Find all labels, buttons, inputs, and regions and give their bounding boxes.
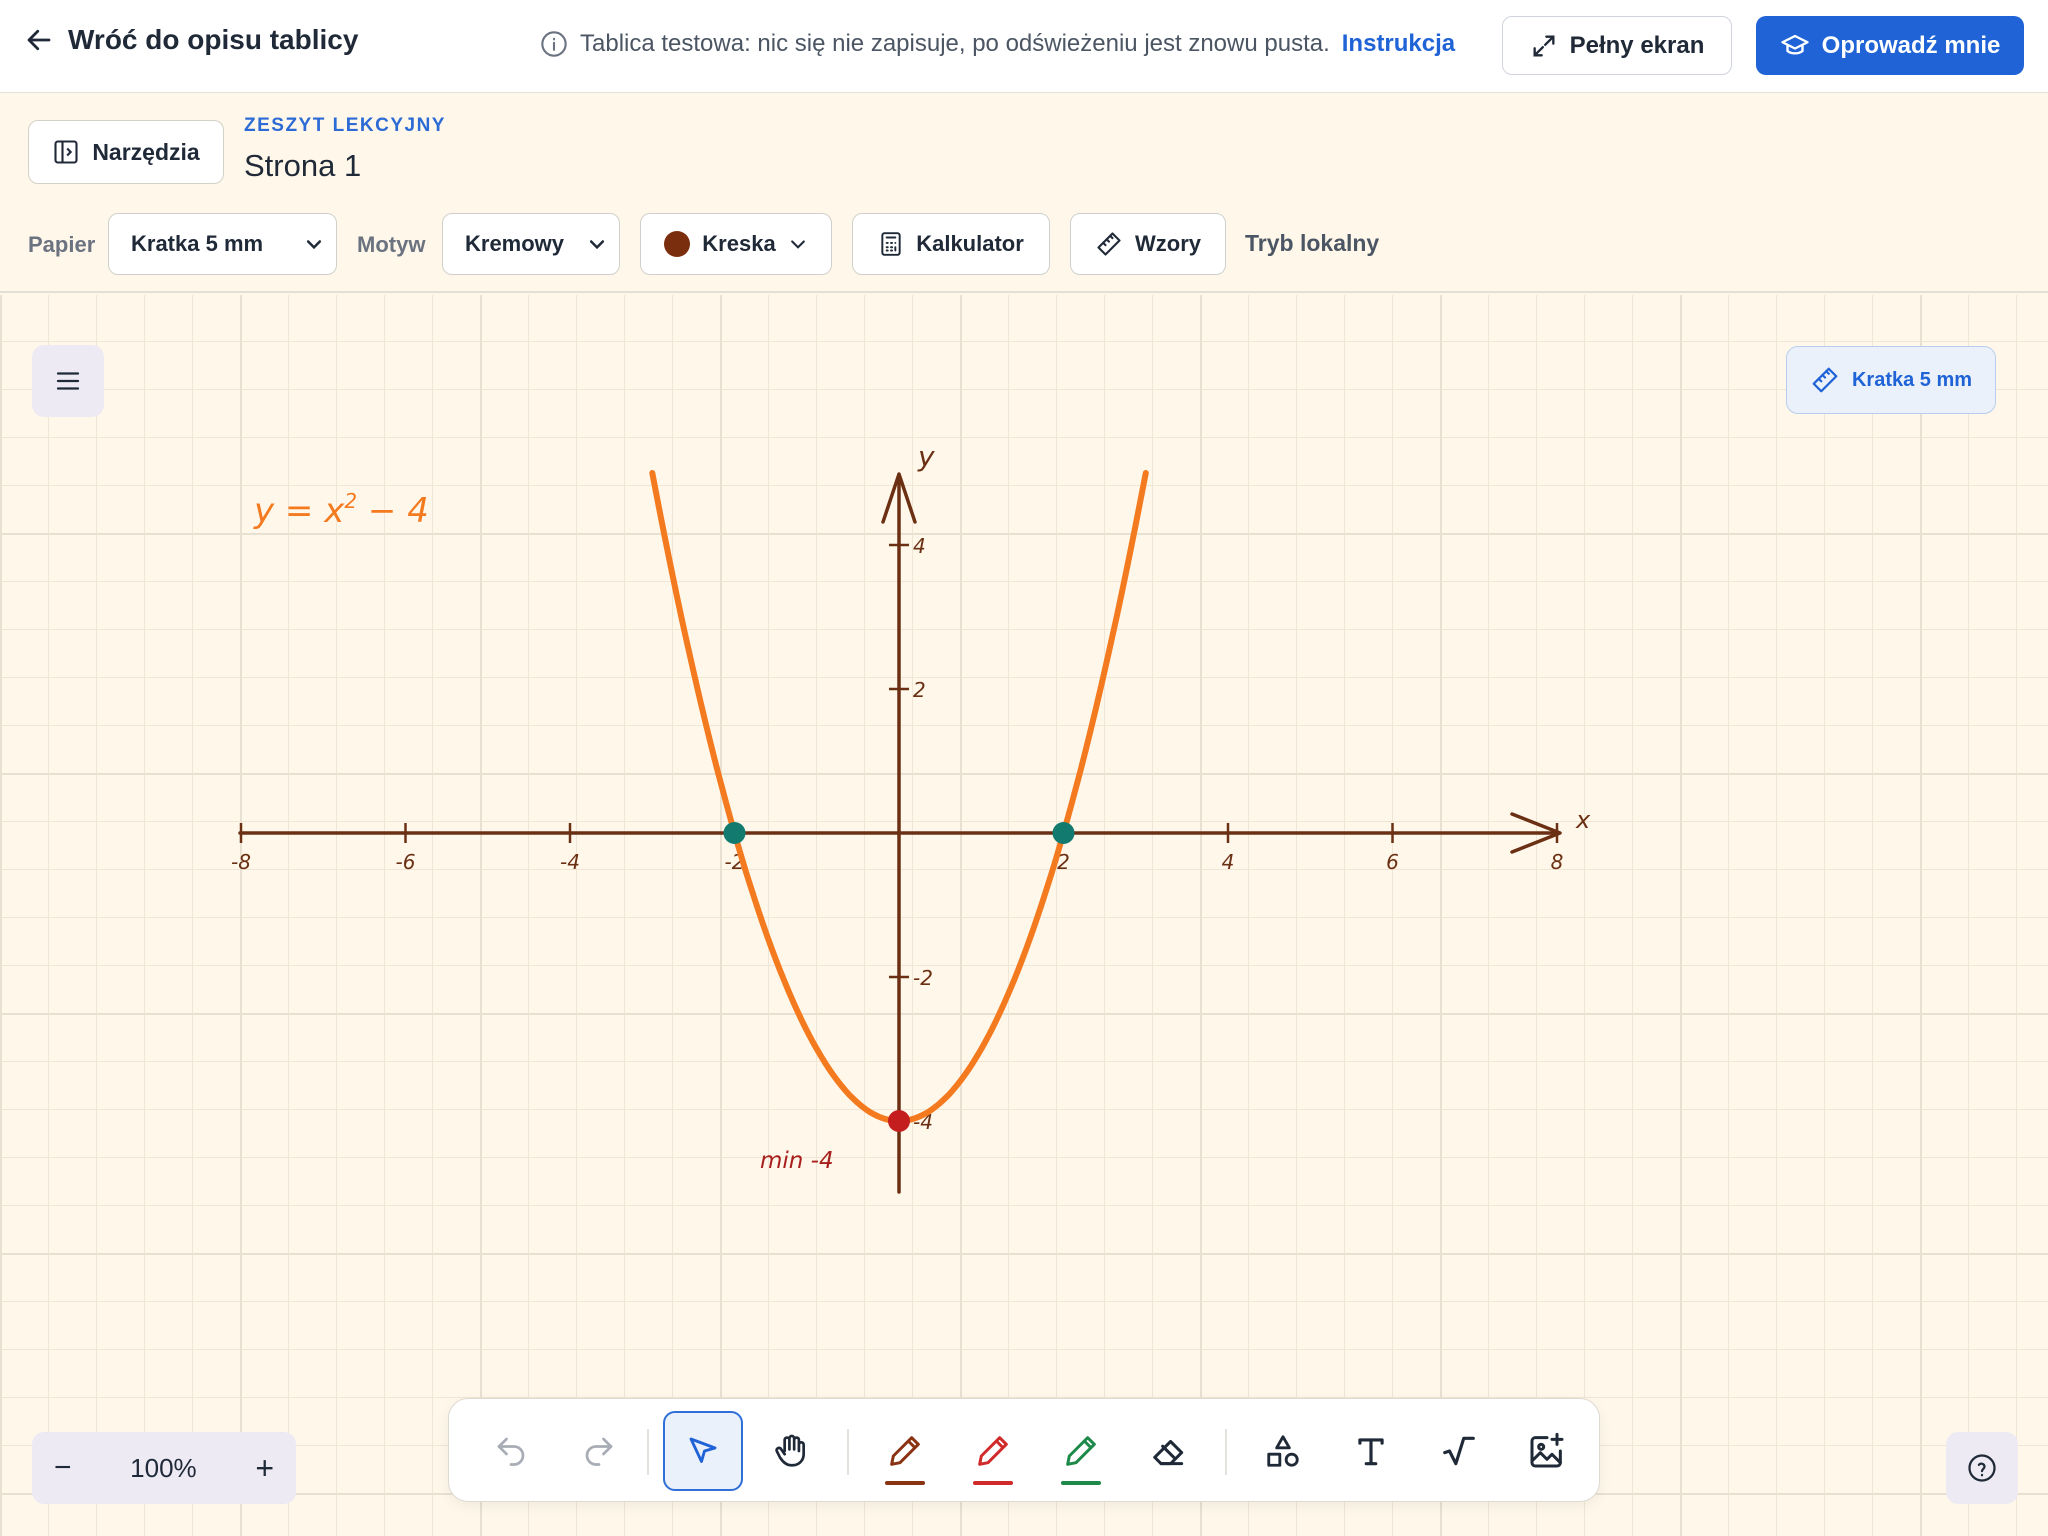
zoom-in-button[interactable]: +	[255, 1450, 274, 1487]
chevron-down-icon	[790, 240, 805, 249]
back-label: Wróć do opisu tablicy	[68, 24, 359, 55]
pen-red-indicator	[973, 1481, 1013, 1485]
notice-text: Tablica testowa: nic się nie zapisuje, p…	[580, 30, 1330, 57]
sidebar-toggle-icon	[54, 140, 78, 164]
hand-tool-button[interactable]	[751, 1411, 831, 1491]
top-bar: Wróć do opisu tablicy Tablica testowa: n…	[0, 0, 2048, 93]
hamburger-menu-icon	[56, 372, 80, 390]
guided-tour-label: Oprowadź mnie	[1821, 31, 2001, 59]
eraser-button[interactable]	[1129, 1411, 1209, 1491]
paper-select[interactable]: Kratka 5 mm	[108, 213, 337, 275]
formulas-label: Wzory	[1135, 231, 1201, 256]
redo-button[interactable]	[559, 1411, 639, 1491]
pen-brown-button[interactable]	[865, 1411, 945, 1491]
undo-button[interactable]	[471, 1411, 551, 1491]
calculator-button[interactable]: Kalkulator	[852, 213, 1050, 275]
zoom-level: 100%	[130, 1452, 197, 1483]
text-icon	[1358, 1438, 1384, 1466]
shapes-icon	[1267, 1435, 1299, 1467]
pen-green-button[interactable]	[1041, 1411, 1121, 1491]
stroke-label: Kreska	[702, 231, 776, 256]
test-board-notice: Tablica testowa: nic się nie zapisuje, p…	[540, 30, 1455, 58]
text-tool-button[interactable]	[1331, 1411, 1411, 1491]
toolbar-separator	[847, 1429, 849, 1475]
page-title: Strona 1	[244, 148, 362, 183]
formula-tool-button[interactable]	[1419, 1411, 1499, 1491]
grid-size-label: Kratka 5 mm	[1851, 368, 1973, 391]
help-icon	[1968, 1454, 1996, 1482]
notebook-header: Narzędzia ZESZYT LEKCYJNY Strona 1 Papie…	[0, 93, 2048, 293]
paper-value: Kratka 5 mm	[131, 231, 264, 256]
hand-icon	[775, 1434, 806, 1467]
back-link[interactable]: Wróć do opisu tablicy	[24, 24, 358, 56]
help-button[interactable]	[1946, 1432, 2018, 1504]
toolbar-separator	[647, 1429, 649, 1475]
grid-size-badge[interactable]: Kratka 5 mm	[1786, 346, 1996, 414]
sqrt-icon	[1443, 1436, 1475, 1466]
shapes-button[interactable]	[1243, 1411, 1323, 1491]
image-add-icon	[1530, 1432, 1564, 1468]
pen-green-icon	[1066, 1436, 1096, 1466]
theme-select[interactable]: Kremowy	[442, 213, 620, 275]
stroke-color-swatch	[664, 231, 691, 257]
pen-green-indicator	[1061, 1481, 1101, 1485]
theme-label: Motyw	[357, 232, 426, 257]
guided-tour-button[interactable]: Oprowadź mnie	[1756, 16, 2024, 75]
tools-label: Narzędzia	[92, 138, 200, 165]
theme-value: Kremowy	[465, 231, 565, 256]
paper-label: Papier	[28, 232, 96, 257]
zoom-out-button[interactable]: −	[54, 1451, 72, 1485]
chevron-down-icon	[589, 240, 605, 250]
expand-icon	[1533, 35, 1555, 56]
canvas-menu-button[interactable]	[32, 345, 104, 417]
insert-image-button[interactable]	[1507, 1411, 1587, 1491]
select-tool-button[interactable]	[663, 1411, 743, 1491]
graduation-cap-icon	[1780, 34, 1809, 55]
pen-red-icon	[978, 1436, 1008, 1466]
chevron-down-icon	[306, 240, 322, 250]
notebook-kicker: ZESZYT LEKCYJNY	[244, 115, 446, 136]
drawing-toolbar	[448, 1398, 1600, 1502]
info-icon	[541, 31, 567, 57]
formulas-button[interactable]: Wzory	[1070, 213, 1226, 275]
undo-icon	[497, 1437, 525, 1466]
local-mode-label: Tryb lokalny	[1245, 230, 1380, 256]
ruler-icon	[1812, 367, 1838, 393]
fullscreen-label: Pełny ekran	[1569, 31, 1705, 59]
ruler-icon	[1097, 232, 1121, 256]
pen-brown-icon	[890, 1436, 920, 1466]
calculator-label: Kalkulator	[916, 231, 1024, 256]
instructions-link[interactable]: Instrukcja	[1342, 30, 1455, 58]
calculator-icon	[881, 232, 901, 256]
drawing-canvas[interactable]	[0, 295, 2048, 1536]
tools-button[interactable]: Narzędzia	[28, 120, 224, 184]
arrow-left-icon	[27, 29, 51, 51]
select-icon	[689, 1437, 717, 1463]
pen-red-button[interactable]	[953, 1411, 1033, 1491]
zoom-control: − 100% +	[32, 1432, 296, 1504]
toolbar-separator	[1225, 1429, 1227, 1475]
redo-icon	[585, 1437, 613, 1466]
pen-brown-indicator	[885, 1481, 925, 1485]
fullscreen-button[interactable]: Pełny ekran	[1502, 16, 1732, 75]
eraser-icon	[1153, 1439, 1184, 1466]
stroke-color-picker[interactable]: Kreska	[640, 213, 832, 275]
